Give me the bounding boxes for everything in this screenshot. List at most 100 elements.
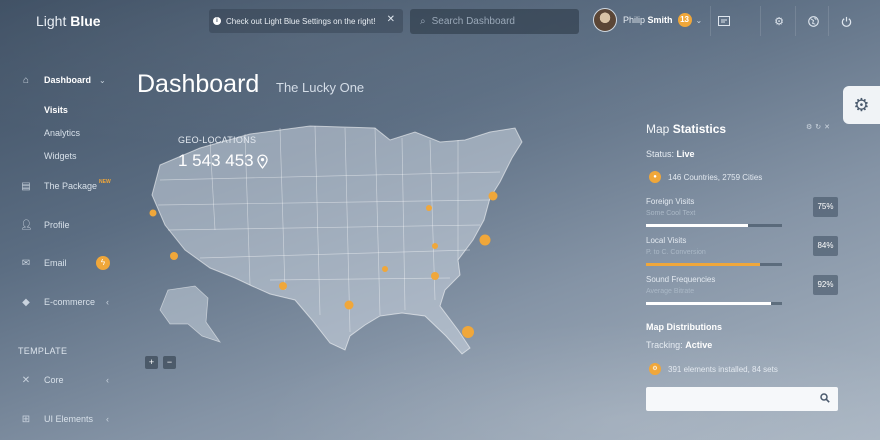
stat-percent: 75%	[813, 197, 838, 217]
divider	[795, 6, 796, 36]
bolt-icon: ϟ	[96, 256, 110, 270]
geo-locations-value: 1 543 453	[178, 151, 268, 171]
globe-icon[interactable]	[803, 11, 823, 31]
countries-text: 146 Countries, 2759 Cities	[668, 173, 763, 182]
stat-foreign-visits: Foreign Visits Some Cool Text 75%	[646, 197, 841, 229]
map-marker[interactable]	[344, 300, 354, 310]
progress-fill	[646, 224, 748, 227]
map-marker[interactable]	[279, 282, 287, 290]
sidebar-subitem-visits[interactable]: Visits	[44, 105, 68, 115]
close-icon[interactable]: ✕	[824, 124, 833, 131]
sidebar-item-dashboard[interactable]: ⌂ Dashboard ⌄	[20, 72, 106, 88]
tracking-value: Active	[685, 340, 713, 350]
geo-locations-label: GEO-LOCATIONS	[178, 135, 257, 145]
map-marker[interactable]	[431, 272, 439, 280]
map-marker[interactable]	[149, 209, 157, 217]
zoom-out-button[interactable]: −	[163, 356, 176, 369]
stat-label: Local Visits	[646, 236, 687, 245]
messages-icon[interactable]	[714, 11, 734, 31]
user-name: Philip Smith	[623, 15, 673, 25]
divider	[760, 6, 761, 36]
map-distributions-title: Map Distributions	[646, 322, 722, 332]
search-icon[interactable]	[820, 393, 830, 403]
sidebar-item-label: Email	[44, 258, 67, 268]
status-line: Status: Live	[646, 149, 695, 159]
divider	[710, 6, 711, 36]
ui-icon: ⊞	[21, 413, 31, 425]
sidebar-item-ui-elements[interactable]: ⊞ UI Elements ‹	[20, 411, 109, 427]
search-box: ⌕	[410, 9, 579, 34]
user-menu[interactable]: Philip Smith 13 ⌄	[593, 8, 702, 32]
sidebar-item-label: Core	[44, 375, 64, 385]
panel-search-input[interactable]	[646, 387, 806, 411]
sidebar-item-ecommerce[interactable]: ◆ E-commerce ‹	[20, 294, 109, 310]
panel-search-box	[646, 387, 838, 411]
map-marker[interactable]	[432, 243, 438, 249]
progress-fill	[646, 302, 772, 305]
progress-bar	[646, 263, 782, 266]
panel-title-light: Map	[646, 122, 670, 136]
location-icon: ●	[649, 171, 661, 183]
sidebar-item-core[interactable]: ✕ Core ‹	[20, 372, 109, 388]
geo-locations-count: 1 543 453	[178, 151, 254, 170]
search-input[interactable]	[431, 16, 572, 27]
sidebar-subitem-widgets[interactable]: Widgets	[44, 151, 77, 161]
status-value: Live	[676, 149, 695, 159]
stat-sub: Some Cool Text	[646, 210, 696, 217]
sidebar-item-package[interactable]: ▤ The Package NEW	[20, 178, 111, 194]
home-icon: ⌂	[22, 74, 30, 86]
power-icon[interactable]	[836, 11, 856, 31]
sidebar-item-label: Profile	[44, 220, 70, 230]
alaska-shape	[159, 285, 222, 343]
diamond-icon: ◆	[22, 296, 30, 308]
user-last-name: Smith	[647, 15, 673, 25]
close-icon[interactable]: ✕	[387, 14, 395, 25]
stat-label: Sound Frequencies	[646, 275, 716, 284]
database-icon: ▤	[21, 180, 31, 192]
map-marker[interactable]	[488, 191, 498, 201]
map-marker[interactable]	[462, 326, 474, 338]
progress-fill	[646, 263, 761, 266]
chevron-left-icon: ‹	[106, 375, 109, 385]
user-icon: 👤︎	[20, 219, 33, 231]
settings-icon[interactable]: ⚙	[806, 124, 815, 131]
settings-panel-toggle[interactable]: ⚙	[843, 86, 880, 124]
gears-icon: ⚙	[853, 94, 870, 115]
settings-notice: i Check out Light Blue Settings on the r…	[209, 9, 403, 33]
map-pin-icon	[256, 153, 268, 169]
chevron-left-icon: ‹	[106, 297, 109, 307]
sidebar-subitem-analytics[interactable]: Analytics	[44, 128, 80, 138]
panel-controls: ⚙↻✕	[806, 123, 833, 131]
top-bar: Light Blue i Check out Light Blue Settin…	[0, 0, 880, 42]
sidebar-item-label: UI Elements	[44, 414, 94, 424]
mail-icon: ✉	[21, 257, 31, 269]
map-marker[interactable]	[382, 266, 388, 272]
stat-percent: 92%	[813, 275, 838, 295]
notice-text: Check out Light Blue Settings on the rig…	[226, 16, 376, 26]
progress-bar	[646, 302, 782, 305]
brand-logo[interactable]: Light Blue	[36, 13, 101, 29]
tracking-label: Tracking:	[646, 340, 683, 350]
section-title: TEMPLATE	[18, 346, 68, 356]
tracking-line: Tracking: Active	[646, 340, 712, 350]
chevron-down-icon: ⌄	[99, 75, 106, 85]
settings-icon: ⚙	[649, 363, 661, 375]
map-marker[interactable]	[170, 252, 178, 260]
chevron-left-icon: ‹	[106, 414, 109, 424]
stat-label: Foreign Visits	[646, 197, 695, 206]
new-badge: NEW	[99, 179, 111, 185]
notification-count-badge: 13	[677, 13, 692, 27]
gear-icon[interactable]: ⚙	[769, 11, 789, 31]
stat-sound-frequencies: Sound Frequencies Average Bitrate 92%	[646, 275, 841, 307]
sidebar-item-label: The Package	[44, 181, 98, 191]
tools-icon: ✕	[21, 374, 31, 386]
panel-title-bold: Statistics	[672, 122, 727, 136]
sidebar-item-label: E-commerce	[44, 297, 96, 307]
zoom-in-button[interactable]: +	[145, 356, 158, 369]
stat-sub: Average Bitrate	[646, 288, 695, 295]
map-marker[interactable]	[426, 205, 432, 211]
refresh-icon[interactable]: ↻	[815, 124, 824, 131]
sidebar-item-email[interactable]: ✉ Email ϟ	[20, 255, 110, 271]
map-marker[interactable]	[479, 234, 491, 246]
sidebar-item-profile[interactable]: 👤︎ Profile	[20, 217, 70, 233]
